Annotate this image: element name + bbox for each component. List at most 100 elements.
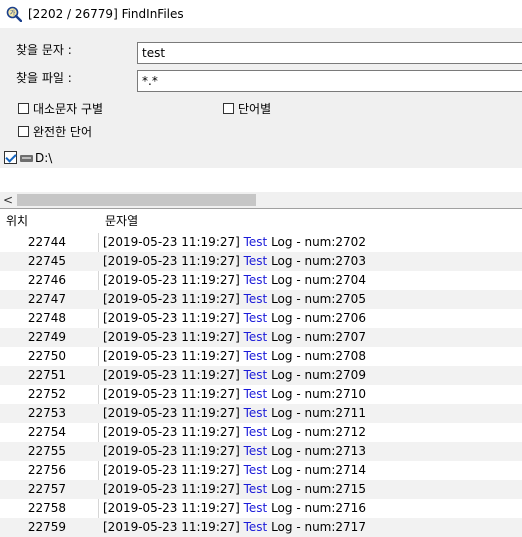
table-row[interactable]: 22759 [2019-05-23 11:19:27] Test Log - nu… — [0, 518, 522, 537]
row-keyword: Test — [243, 425, 268, 439]
row-position: 22754 — [27, 425, 66, 439]
row-rest: Log - num:2703 — [267, 254, 366, 268]
table-row[interactable]: 22745 [2019-05-23 11:19:27] Test Log - nu… — [0, 252, 522, 271]
table-row[interactable]: 22753 [2019-05-23 11:19:27] Test Log - nu… — [0, 404, 522, 423]
row-position: 22747 — [27, 292, 66, 306]
row-timestamp: [2019-05-23 11:19:27] — [103, 387, 244, 401]
row-text: [2019-05-23 11:19:27] Test Log - num:270… — [103, 290, 366, 309]
drive-label[interactable]: D:\ — [35, 150, 52, 166]
table-row[interactable]: 22748 [2019-05-23 11:19:27] Test Log - nu… — [0, 309, 522, 328]
row-position: 22752 — [27, 387, 66, 401]
row-text: [2019-05-23 11:19:27] Test Log - num:270… — [103, 328, 366, 347]
table-row[interactable]: 22746 [2019-05-23 11:19:27] Test Log - nu… — [0, 271, 522, 290]
row-text: [2019-05-23 11:19:27] Test Log - num:271… — [103, 480, 366, 499]
row-keyword: Test — [243, 311, 268, 325]
row-rest: Log - num:2707 — [267, 330, 366, 344]
row-rest: Log - num:2709 — [267, 368, 366, 382]
row-position: 22757 — [27, 482, 66, 496]
row-timestamp: [2019-05-23 11:19:27] — [103, 254, 244, 268]
row-text: [2019-05-23 11:19:27] Test Log - num:271… — [103, 423, 366, 442]
word-checkbox[interactable]: 단어별 — [223, 100, 271, 117]
row-position: 22744 — [27, 235, 66, 249]
row-text: [2019-05-23 11:19:27] Test Log - num:270… — [103, 271, 366, 290]
table-row[interactable]: 22755 [2019-05-23 11:19:27] Test Log - nu… — [0, 442, 522, 461]
table-row[interactable]: 22750 [2019-05-23 11:19:27] Test Log - nu… — [0, 347, 522, 366]
row-rest: Log - num:2705 — [267, 292, 366, 306]
results-list[interactable]: 위치 문자열 22744 [2019-05-23 11:19:27] Test L… — [0, 208, 522, 537]
word-label: 단어별 — [238, 102, 272, 116]
row-text: [2019-05-23 11:19:27] Test Log - num:270… — [103, 233, 366, 252]
horizontal-scrollbar[interactable]: < — [0, 192, 522, 208]
table-row[interactable]: 22757 [2019-05-23 11:19:27] Test Log - nu… — [0, 480, 522, 499]
row-rest: Log - num:2717 — [267, 520, 366, 534]
row-timestamp: [2019-05-23 11:19:27] — [103, 520, 244, 534]
drive-checkbox[interactable] — [4, 151, 17, 164]
row-keyword: Test — [243, 254, 268, 268]
row-text: [2019-05-23 11:19:27] Test Log - num:271… — [103, 499, 366, 518]
row-timestamp: [2019-05-23 11:19:27] — [103, 501, 244, 515]
row-keyword: Test — [243, 406, 268, 420]
row-keyword: Test — [243, 387, 268, 401]
match-case-label: 대소문자 구별 — [33, 102, 104, 116]
row-keyword: Test — [243, 273, 268, 287]
row-timestamp: [2019-05-23 11:19:27] — [103, 425, 244, 439]
table-row[interactable]: 22749 [2019-05-23 11:19:27] Test Log - nu… — [0, 328, 522, 347]
find-text-label: 찾을 문자 : — [16, 43, 72, 57]
table-row[interactable]: 22747 [2019-05-23 11:19:27] Test Log - nu… — [0, 290, 522, 309]
find-text-input[interactable] — [137, 42, 522, 64]
checkbox-box[interactable] — [18, 103, 29, 114]
table-row[interactable]: 22758 [2019-05-23 11:19:27] Test Log - nu… — [0, 499, 522, 518]
table-row[interactable]: 22756 [2019-05-23 11:19:27] Test Log - nu… — [0, 461, 522, 480]
find-file-input[interactable] — [137, 70, 522, 92]
row-rest: Log - num:2702 — [267, 235, 366, 249]
row-position: 22758 — [27, 501, 66, 515]
row-rest: Log - num:2711 — [267, 406, 366, 420]
row-position: 22748 — [27, 311, 66, 325]
row-rest: Log - num:2708 — [267, 349, 366, 363]
row-timestamp: [2019-05-23 11:19:27] — [103, 482, 244, 496]
row-text: [2019-05-23 11:19:27] Test Log - num:270… — [103, 309, 366, 328]
row-keyword: Test — [243, 235, 268, 249]
row-rest: Log - num:2704 — [267, 273, 366, 287]
table-row[interactable]: 22744 [2019-05-23 11:19:27] Test Log - nu… — [0, 233, 522, 252]
row-timestamp: [2019-05-23 11:19:27] — [103, 349, 244, 363]
table-row[interactable]: 22751 [2019-05-23 11:19:27] Test Log - nu… — [0, 366, 522, 385]
row-keyword: Test — [243, 330, 268, 344]
row-rest: Log - num:2710 — [267, 387, 366, 401]
match-case-checkbox[interactable]: 대소문자 구별 — [18, 100, 103, 117]
row-rest: Log - num:2714 — [267, 463, 366, 477]
row-text: [2019-05-23 11:19:27] Test Log - num:270… — [103, 347, 366, 366]
svg-text:가: 가 — [10, 9, 16, 17]
row-text: [2019-05-23 11:19:27] Test Log - num:271… — [103, 404, 366, 423]
title-bar: 가 [2202 / 26779] FindInFiles — [0, 0, 522, 28]
row-timestamp: [2019-05-23 11:19:27] — [103, 292, 244, 306]
row-timestamp: [2019-05-23 11:19:27] — [103, 235, 244, 249]
row-rest: Log - num:2713 — [267, 444, 366, 458]
window-title: [2202 / 26779] FindInFiles — [28, 7, 184, 21]
row-keyword: Test — [243, 444, 268, 458]
row-text: [2019-05-23 11:19:27] Test Log - num:270… — [103, 366, 366, 385]
row-keyword: Test — [243, 292, 268, 306]
column-header-string[interactable]: 문자열 — [105, 209, 138, 233]
whole-word-checkbox[interactable]: 완전한 단어 — [18, 123, 92, 140]
table-row[interactable]: 22754 [2019-05-23 11:19:27] Test Log - nu… — [0, 423, 522, 442]
row-timestamp: [2019-05-23 11:19:27] — [103, 273, 244, 287]
row-rest: Log - num:2706 — [267, 311, 366, 325]
row-timestamp: [2019-05-23 11:19:27] — [103, 406, 244, 420]
scroll-thumb[interactable] — [17, 194, 256, 206]
row-rest: Log - num:2712 — [267, 425, 366, 439]
column-header-position[interactable]: 위치 — [6, 209, 28, 233]
checkbox-box[interactable] — [223, 103, 234, 114]
table-row[interactable]: 22752 [2019-05-23 11:19:27] Test Log - nu… — [0, 385, 522, 404]
scroll-left-arrow-icon[interactable]: < — [3, 192, 15, 208]
row-text: [2019-05-23 11:19:27] Test Log - num:270… — [103, 252, 366, 271]
row-timestamp: [2019-05-23 11:19:27] — [103, 444, 244, 458]
drive-tree: D:\ — [0, 148, 522, 168]
drive-icon — [20, 155, 33, 162]
row-position: 22753 — [27, 406, 66, 420]
row-keyword: Test — [243, 482, 268, 496]
row-position: 22746 — [27, 273, 66, 287]
row-keyword: Test — [243, 349, 268, 363]
checkbox-box[interactable] — [18, 126, 29, 137]
row-timestamp: [2019-05-23 11:19:27] — [103, 330, 244, 344]
